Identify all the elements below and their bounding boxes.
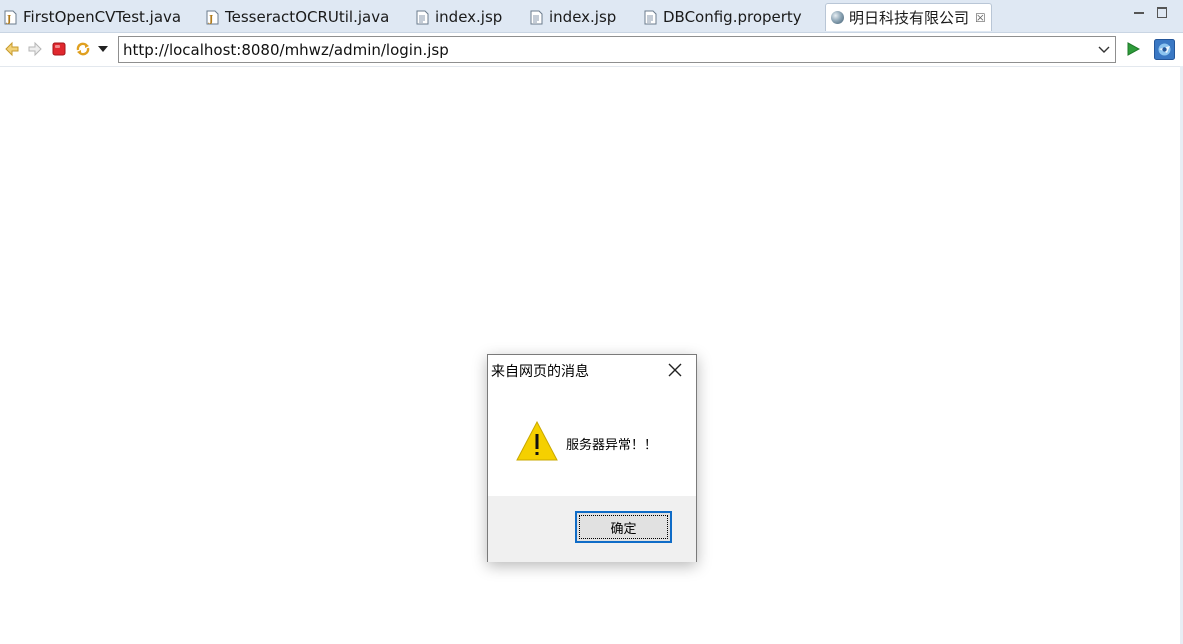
tab-label: TesseractOCRUtil.java (225, 8, 390, 26)
alert-dialog: 来自网页的消息 服务器异常！！ 确定 (487, 354, 697, 562)
jsp-file-icon (530, 10, 543, 24)
java-file-icon: J (206, 10, 219, 25)
url-input[interactable] (119, 40, 1093, 59)
dialog-footer: 确定 (488, 496, 696, 562)
refresh-icon[interactable] (74, 40, 92, 58)
browser-settings-icon[interactable] (1154, 39, 1175, 60)
tab-label: index.jsp (435, 8, 503, 26)
stop-icon[interactable] (52, 42, 66, 56)
tab-index-jsp-2[interactable]: index.jsp (530, 3, 616, 31)
dropdown-arrow-icon[interactable] (97, 45, 109, 53)
editor-tab-bar: J FirstOpenCVTest.java J TesseractOCRUti… (0, 0, 1183, 33)
close-icon[interactable] (666, 361, 684, 379)
globe-icon (831, 11, 844, 24)
tab-index-jsp-1[interactable]: index.jsp (416, 3, 502, 31)
tab-label: 明日科技有限公司 (849, 9, 970, 27)
jsp-file-icon (416, 10, 429, 24)
ok-button[interactable]: 确定 (575, 511, 672, 543)
tab-tesseractocrutil[interactable]: J TesseractOCRUtil.java (206, 3, 389, 31)
tab-label: FirstOpenCVTest.java (23, 8, 182, 26)
tab-label: DBConfig.property (663, 8, 802, 26)
svg-text:J: J (208, 15, 213, 25)
url-bar[interactable] (118, 36, 1116, 63)
tab-dbconfig-property[interactable]: DBConfig.property (644, 3, 802, 31)
dialog-title: 来自网页的消息 (491, 364, 589, 380)
text-file-icon (644, 10, 657, 24)
maximize-icon[interactable] (1156, 6, 1168, 18)
tab-firstopencvtest[interactable]: J FirstOpenCVTest.java (4, 3, 181, 31)
warning-icon (516, 421, 558, 461)
tab-label: index.jsp (549, 8, 617, 26)
go-icon[interactable] (1126, 42, 1140, 56)
back-arrow-icon[interactable] (4, 41, 20, 57)
tab-browser-active[interactable]: 明日科技有限公司 ☒ (825, 3, 992, 31)
chevron-down-icon (1098, 46, 1110, 53)
forward-arrow-icon[interactable] (27, 41, 43, 57)
close-tab-icon[interactable]: ☒ (975, 11, 986, 25)
url-history-dropdown[interactable] (1093, 37, 1115, 62)
dialog-message: 服务器异常！！ (566, 438, 658, 453)
svg-text:J: J (6, 15, 11, 25)
minimize-icon[interactable] (1133, 6, 1145, 18)
java-file-icon: J (4, 10, 17, 25)
browser-toolbar (0, 33, 1183, 67)
